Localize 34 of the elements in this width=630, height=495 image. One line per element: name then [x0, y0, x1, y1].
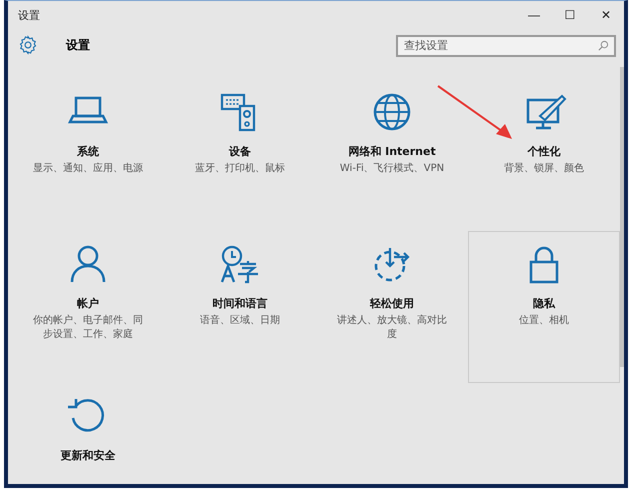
settings-icon: [18, 35, 38, 55]
tile-description: 背景、锁屏、颜色: [503, 162, 585, 176]
tile-description: 蓝牙、打印机、鼠标: [194, 162, 286, 176]
tile-description: Wi-Fi、飞行模式、VPN: [338, 162, 446, 176]
tile-title: 个性化: [528, 144, 560, 159]
settings-tile[interactable]: 轻松使用 讲述人、放大镜、高对比度: [316, 231, 468, 383]
settings-tile[interactable]: 系统 显示、通知、应用、电源: [12, 79, 164, 231]
close-button[interactable]: ✕: [588, 1, 624, 29]
tile-description: 显示、通知、应用、电源: [32, 162, 144, 176]
settings-tile[interactable]: 个性化 背景、锁屏、颜色: [468, 79, 620, 231]
tile-title: 轻松使用: [370, 296, 414, 311]
tile-title: 帐户: [77, 296, 99, 311]
settings-tile[interactable]: 时间和语言 语音、区域、日期: [164, 231, 316, 383]
tile-title: 更新和安全: [60, 448, 116, 463]
settings-tile[interactable]: 网络和 Internet Wi-Fi、飞行模式、VPN: [316, 79, 468, 231]
settings-tile[interactable]: 更新和安全: [12, 383, 164, 484]
minimize-button[interactable]: —: [516, 1, 552, 29]
tile-description: 你的帐户、电子邮件、同步设置、工作、家庭: [32, 314, 144, 342]
maximize-button[interactable]: ☐: [552, 1, 588, 29]
tile-title: 隐私: [533, 296, 555, 311]
tile-description: 语音、区域、日期: [199, 314, 281, 328]
search-field[interactable]: 查找设置: [396, 34, 616, 56]
window-title: 设置: [18, 8, 40, 22]
tile-description: 位置、相机: [518, 314, 570, 328]
tile-description: 讲述人、放大镜、高对比度: [336, 314, 448, 342]
search-icon: [598, 40, 609, 51]
tile-title: 时间和语言: [212, 296, 268, 311]
settings-tile[interactable]: 设备 蓝牙、打印机、鼠标: [164, 79, 316, 231]
tile-title: 网络和 Internet: [348, 144, 436, 159]
tile-title: 设备: [229, 144, 251, 159]
tile-title: 系统: [77, 144, 99, 159]
settings-tile[interactable]: 帐户 你的帐户、电子邮件、同步设置、工作、家庭: [12, 231, 164, 383]
settings-tile[interactable]: 隐私 位置、相机: [468, 231, 620, 383]
page-title: 设置: [66, 36, 91, 54]
